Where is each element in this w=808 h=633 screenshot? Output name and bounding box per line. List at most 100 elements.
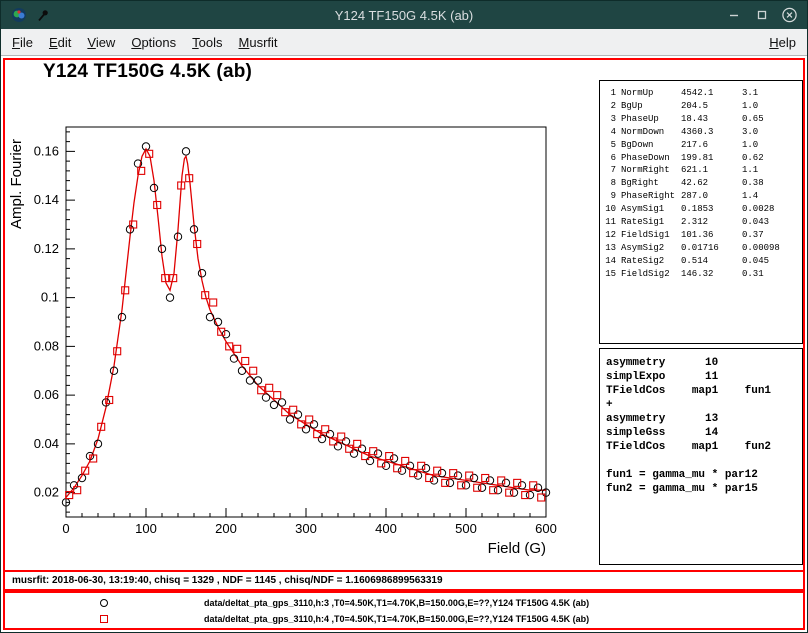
- close-button[interactable]: [781, 7, 798, 24]
- param-name: RateSig2: [621, 255, 681, 268]
- param-no: 7: [600, 164, 616, 177]
- legend-pad: data/deltat_pta_gps_3110,h:3 ,T0=4.50K,T…: [3, 591, 805, 630]
- param-error: 0.00098: [742, 242, 780, 255]
- svg-text:500: 500: [455, 521, 477, 536]
- param-error: 0.045: [742, 255, 769, 268]
- param-no: 12: [600, 229, 616, 242]
- param-value: 18.43: [681, 113, 742, 126]
- param-row: 10AsymSig10.18530.0028: [600, 203, 802, 216]
- param-name: BgRight: [621, 177, 681, 190]
- param-row: 8BgRight42.620.38: [600, 177, 802, 190]
- svg-text:0.14: 0.14: [34, 192, 59, 207]
- param-value: 217.6: [681, 139, 742, 152]
- param-row: 6 PhaseDown199.810.62: [600, 152, 802, 165]
- param-no: 5: [600, 139, 616, 152]
- param-value: 0.514: [681, 255, 742, 268]
- theory-line: fun1 = gamma_mu * par12: [606, 468, 802, 482]
- param-value: 287.0: [681, 190, 742, 203]
- theory-line: +: [606, 398, 802, 412]
- param-value: 4360.3: [681, 126, 742, 139]
- menubar-left: FileEditViewOptionsToolsMusrfit: [4, 31, 286, 54]
- theory-line: TFieldCos map1 fun1: [606, 384, 802, 398]
- param-row: 3PhaseUp18.430.65: [600, 113, 802, 126]
- root-canvas[interactable]: Y124 TF150G 4.5K (ab) 010020030040050060…: [1, 56, 807, 632]
- param-name: RateSig1: [621, 216, 681, 229]
- plot-svg[interactable]: 01002003004005006000.020.040.060.080.10.…: [1, 56, 581, 568]
- param-row: 15FieldSig2146.320.31: [600, 268, 802, 281]
- param-no: 4: [600, 126, 616, 139]
- svg-text:0: 0: [62, 521, 69, 536]
- param-name: PhaseDown: [621, 152, 681, 165]
- param-no: 2: [600, 100, 616, 113]
- param-error: 1.4: [742, 190, 758, 203]
- param-row: 11RateSig12.3120.043: [600, 216, 802, 229]
- param-name: BgUp: [621, 100, 681, 113]
- param-error: 0.0028: [742, 203, 774, 216]
- param-name: FieldSig1: [621, 229, 681, 242]
- param-no: 1: [600, 87, 616, 100]
- svg-text:0.16: 0.16: [34, 143, 59, 158]
- param-value: 0.01716: [681, 242, 742, 255]
- fit-status-text: musrfit: 2018-06-30, 13:19:40, chisq = 1…: [12, 575, 443, 586]
- app-window: Y124 TF150G 4.5K (ab) FileEditViewOption…: [0, 0, 808, 633]
- svg-text:0.04: 0.04: [34, 436, 59, 451]
- svg-text:Field (G): Field (G): [488, 540, 546, 557]
- menu-item-view[interactable]: View: [79, 31, 123, 54]
- param-row: 14 RateSig20.5140.045: [600, 255, 802, 268]
- menubar: FileEditViewOptionsToolsMusrfit Help: [1, 29, 807, 56]
- svg-text:600: 600: [535, 521, 557, 536]
- param-row: 5BgDown217.61.0: [600, 139, 802, 152]
- theory-line: TFieldCos map1 fun2: [606, 440, 802, 454]
- minimize-button[interactable]: [725, 7, 742, 24]
- titlebar[interactable]: Y124 TF150G 4.5K (ab): [1, 1, 807, 29]
- menu-item-tools[interactable]: Tools: [184, 31, 230, 54]
- theory-pad: asymmetry 10simplExpo 11TFieldCos map1 f…: [599, 348, 803, 565]
- param-row: 1NormUp4542.13.1: [600, 87, 802, 100]
- param-error: 0.38: [742, 177, 764, 190]
- legend-label: data/deltat_pta_gps_3110,h:3 ,T0=4.50K,T…: [204, 598, 589, 608]
- param-error: 0.62: [742, 152, 764, 165]
- svg-text:100: 100: [135, 521, 157, 536]
- param-no: 6: [600, 152, 616, 165]
- maximize-button[interactable]: [753, 7, 770, 24]
- param-error: 1.0: [742, 100, 758, 113]
- param-no: 13: [600, 242, 616, 255]
- param-row: 13 AsymSig20.017160.00098: [600, 242, 802, 255]
- legend-row: data/deltat_pta_gps_3110,h:4 ,T0=4.50K,T…: [5, 611, 803, 627]
- theory-line: [606, 454, 802, 468]
- svg-text:0.08: 0.08: [34, 338, 59, 353]
- theory-line: asymmetry 10: [606, 356, 802, 370]
- param-value: 199.81: [681, 152, 742, 165]
- menu-item-file[interactable]: File: [4, 31, 41, 54]
- fit-info-pad: musrfit: 2018-06-30, 13:19:40, chisq = 1…: [3, 570, 805, 591]
- theory-line: asymmetry 13: [606, 412, 802, 426]
- param-no: 3: [600, 113, 616, 126]
- circle-marker-icon: [100, 599, 108, 607]
- menu-item-help[interactable]: Help: [761, 31, 804, 54]
- param-value: 42.62: [681, 177, 742, 190]
- legend-label: data/deltat_pta_gps_3110,h:4 ,T0=4.50K,T…: [204, 614, 589, 624]
- param-row: 2BgUp204.51.0: [600, 100, 802, 113]
- param-no: 15: [600, 268, 616, 281]
- param-error: 1.0: [742, 139, 758, 152]
- param-value: 2.312: [681, 216, 742, 229]
- param-error: 1.1: [742, 164, 758, 177]
- menu-item-options[interactable]: Options: [123, 31, 184, 54]
- param-name: AsymSig2: [621, 242, 681, 255]
- theory-line: simplExpo 11: [606, 370, 802, 384]
- menu-item-edit[interactable]: Edit: [41, 31, 79, 54]
- param-row: 4NormDown4360.33.0: [600, 126, 802, 139]
- param-value: 621.1: [681, 164, 742, 177]
- param-name: NormRight: [621, 164, 681, 177]
- param-error: 0.043: [742, 216, 769, 229]
- param-row: 12FieldSig1101.360.37: [600, 229, 802, 242]
- parameter-pad: 1NormUp4542.13.12BgUp204.51.03PhaseUp18.…: [599, 80, 803, 344]
- param-value: 0.1853: [681, 203, 742, 216]
- param-no: 14: [600, 255, 616, 268]
- pin-icon[interactable]: [34, 7, 51, 24]
- svg-text:Ampl. Fourier: Ampl. Fourier: [8, 139, 25, 229]
- theory-line: simpleGss 14: [606, 426, 802, 440]
- menu-item-musrfit[interactable]: Musrfit: [231, 31, 286, 54]
- param-name: NormUp: [621, 87, 681, 100]
- param-row: 7 NormRight621.11.1: [600, 164, 802, 177]
